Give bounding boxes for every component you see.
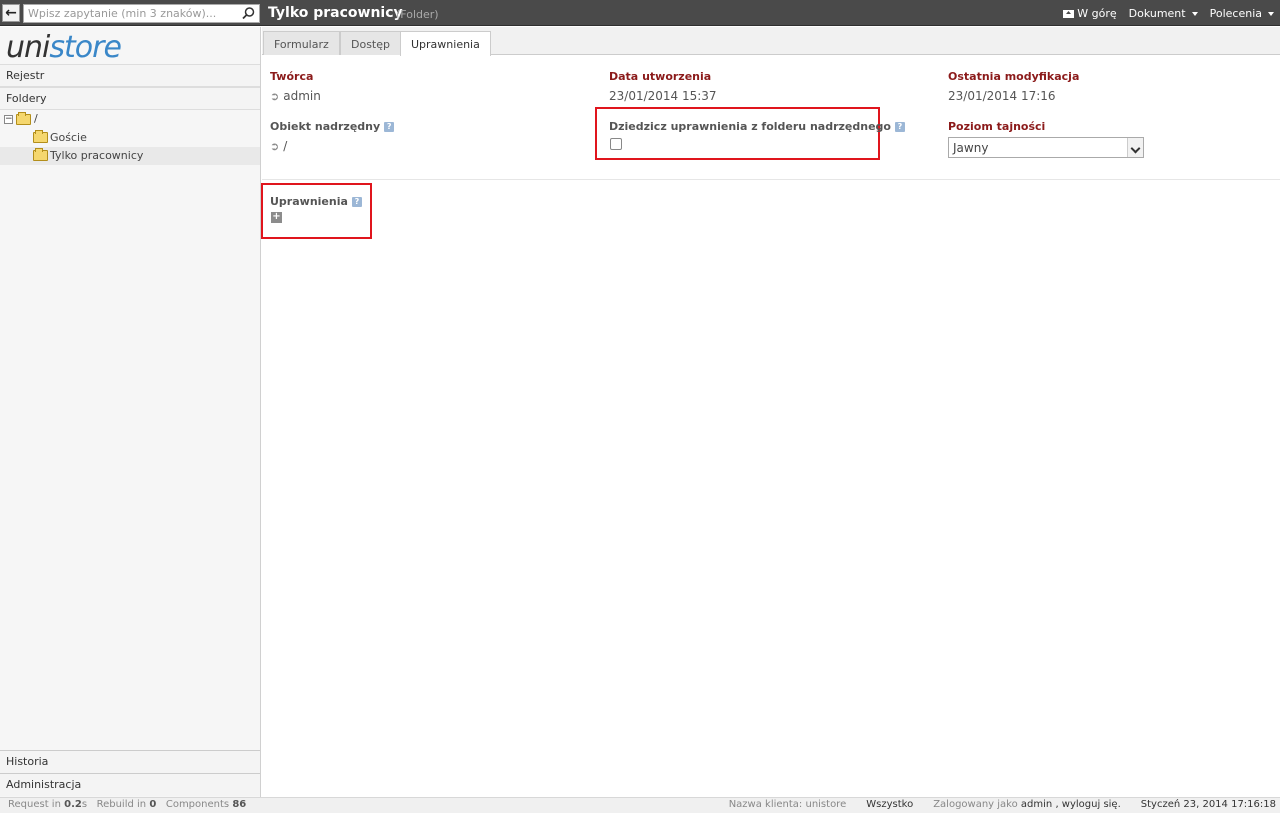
sidebar-section-historia[interactable]: Historia — [0, 750, 260, 773]
chevron-down-icon — [1191, 11, 1198, 16]
tree-item-label: Tylko pracownicy — [50, 149, 144, 162]
top-menu: W górę Dokument Polecenia — [1063, 7, 1274, 20]
divider — [262, 179, 1280, 180]
folder-tree: − / Goście Tylko pracownicy — [0, 111, 260, 165]
inherit-label: Dziedzicz uprawnienia z folderu nadrzędn… — [609, 120, 905, 133]
logout-link[interactable]: , wyloguj się. — [1055, 799, 1120, 810]
menu-document-label: Dokument — [1128, 7, 1186, 20]
window-subtitle: (Folder) — [396, 8, 439, 21]
modified-value: 23/01/2014 17:16 — [948, 89, 1056, 103]
tab-bar: Formularz Dostęp Uprawnienia — [262, 27, 1280, 56]
menu-commands-label: Polecenia — [1209, 7, 1262, 20]
menu-document[interactable]: Dokument — [1129, 7, 1198, 20]
logo: unistore — [6, 30, 122, 65]
user-link[interactable]: admin — [1021, 799, 1052, 810]
folder-icon — [16, 112, 31, 125]
back-arrow-icon[interactable]: ← — [2, 4, 20, 22]
datetime: Styczeń 23, 2014 17:16:18 — [1140, 799, 1276, 810]
created-label: Data utworzenia — [609, 70, 712, 83]
search-icon[interactable] — [241, 6, 256, 21]
help-icon[interactable]: ? — [351, 197, 362, 207]
perf-stats: Request in 0.2s Rebuild in 0 Components … — [8, 799, 247, 810]
creator-label: Twórca — [270, 70, 314, 83]
collapse-icon[interactable]: − — [4, 115, 13, 124]
inherit-checkbox[interactable] — [610, 138, 622, 150]
menu-up[interactable]: W górę — [1063, 7, 1117, 20]
link-arrow-icon: ➲ — [270, 140, 280, 153]
tab-uprawnienia[interactable]: Uprawnienia — [400, 31, 491, 56]
chevron-down-icon — [1268, 11, 1274, 16]
creator-value[interactable]: ➲ admin — [270, 89, 321, 103]
parent-value[interactable]: ➲ / — [270, 139, 287, 153]
chevron-down-icon[interactable] — [1127, 138, 1143, 157]
secrecy-label: Poziom tajności — [948, 120, 1046, 133]
secrecy-select[interactable]: Jawny — [948, 137, 1144, 158]
menu-up-label: W górę — [1077, 7, 1117, 20]
secrecy-value: Jawny — [953, 141, 989, 155]
folder-icon — [33, 130, 48, 143]
link-arrow-icon: ➲ — [270, 90, 280, 103]
tree-item-tylko-pracownicy[interactable]: Tylko pracownicy — [0, 147, 260, 165]
tab-formularz[interactable]: Formularz — [263, 31, 340, 55]
login-info: Zalogowany jako admin , wyloguj się. — [933, 799, 1121, 810]
window-title: Tylko pracownicy — [268, 5, 403, 21]
client-name: Nazwa klienta: unistore — [728, 799, 847, 810]
add-permission-icon[interactable]: + — [271, 212, 282, 223]
folder-icon — [33, 148, 48, 161]
tree-item-goscie[interactable]: Goście — [0, 129, 260, 147]
folder-up-icon — [1063, 10, 1075, 18]
menu-commands[interactable]: Polecenia — [1210, 7, 1274, 20]
status-bar: Request in 0.2s Rebuild in 0 Components … — [0, 797, 1280, 813]
created-value: 23/01/2014 15:37 — [609, 89, 717, 103]
highlight-inherit — [595, 107, 880, 160]
search-input[interactable] — [24, 5, 236, 22]
session-info: Nazwa klienta: unistore Wszystko Zalogow… — [729, 799, 1276, 810]
help-icon[interactable]: ? — [894, 122, 905, 132]
sidebar-section-rejestr[interactable]: Rejestr — [0, 64, 260, 87]
tree-item-root[interactable]: − / — [0, 111, 260, 129]
sidebar-section-foldery[interactable]: Foldery — [0, 87, 260, 110]
tree-item-label: / — [34, 112, 38, 125]
permissions-label: Uprawnienia? — [270, 195, 362, 208]
parent-label: Obiekt nadrzędny? — [270, 120, 395, 133]
help-icon[interactable]: ? — [384, 122, 395, 132]
sidebar-section-administracja[interactable]: Administracja — [0, 773, 260, 796]
top-bar: ← Tylko pracownicy (Folder) W górę Dokum… — [0, 0, 1280, 26]
modified-label: Ostatnia modyfikacja — [948, 70, 1080, 83]
tab-dostep[interactable]: Dostęp — [340, 31, 401, 55]
tree-item-label: Goście — [50, 131, 87, 144]
search-box — [23, 4, 260, 23]
main-content: Twórca ➲ admin Data utworzenia 23/01/2014… — [261, 56, 1280, 796]
sidebar: unistore Rejestr Foldery − / Goście Tylk… — [0, 27, 261, 797]
scope-link[interactable]: Wszystko — [866, 799, 913, 810]
